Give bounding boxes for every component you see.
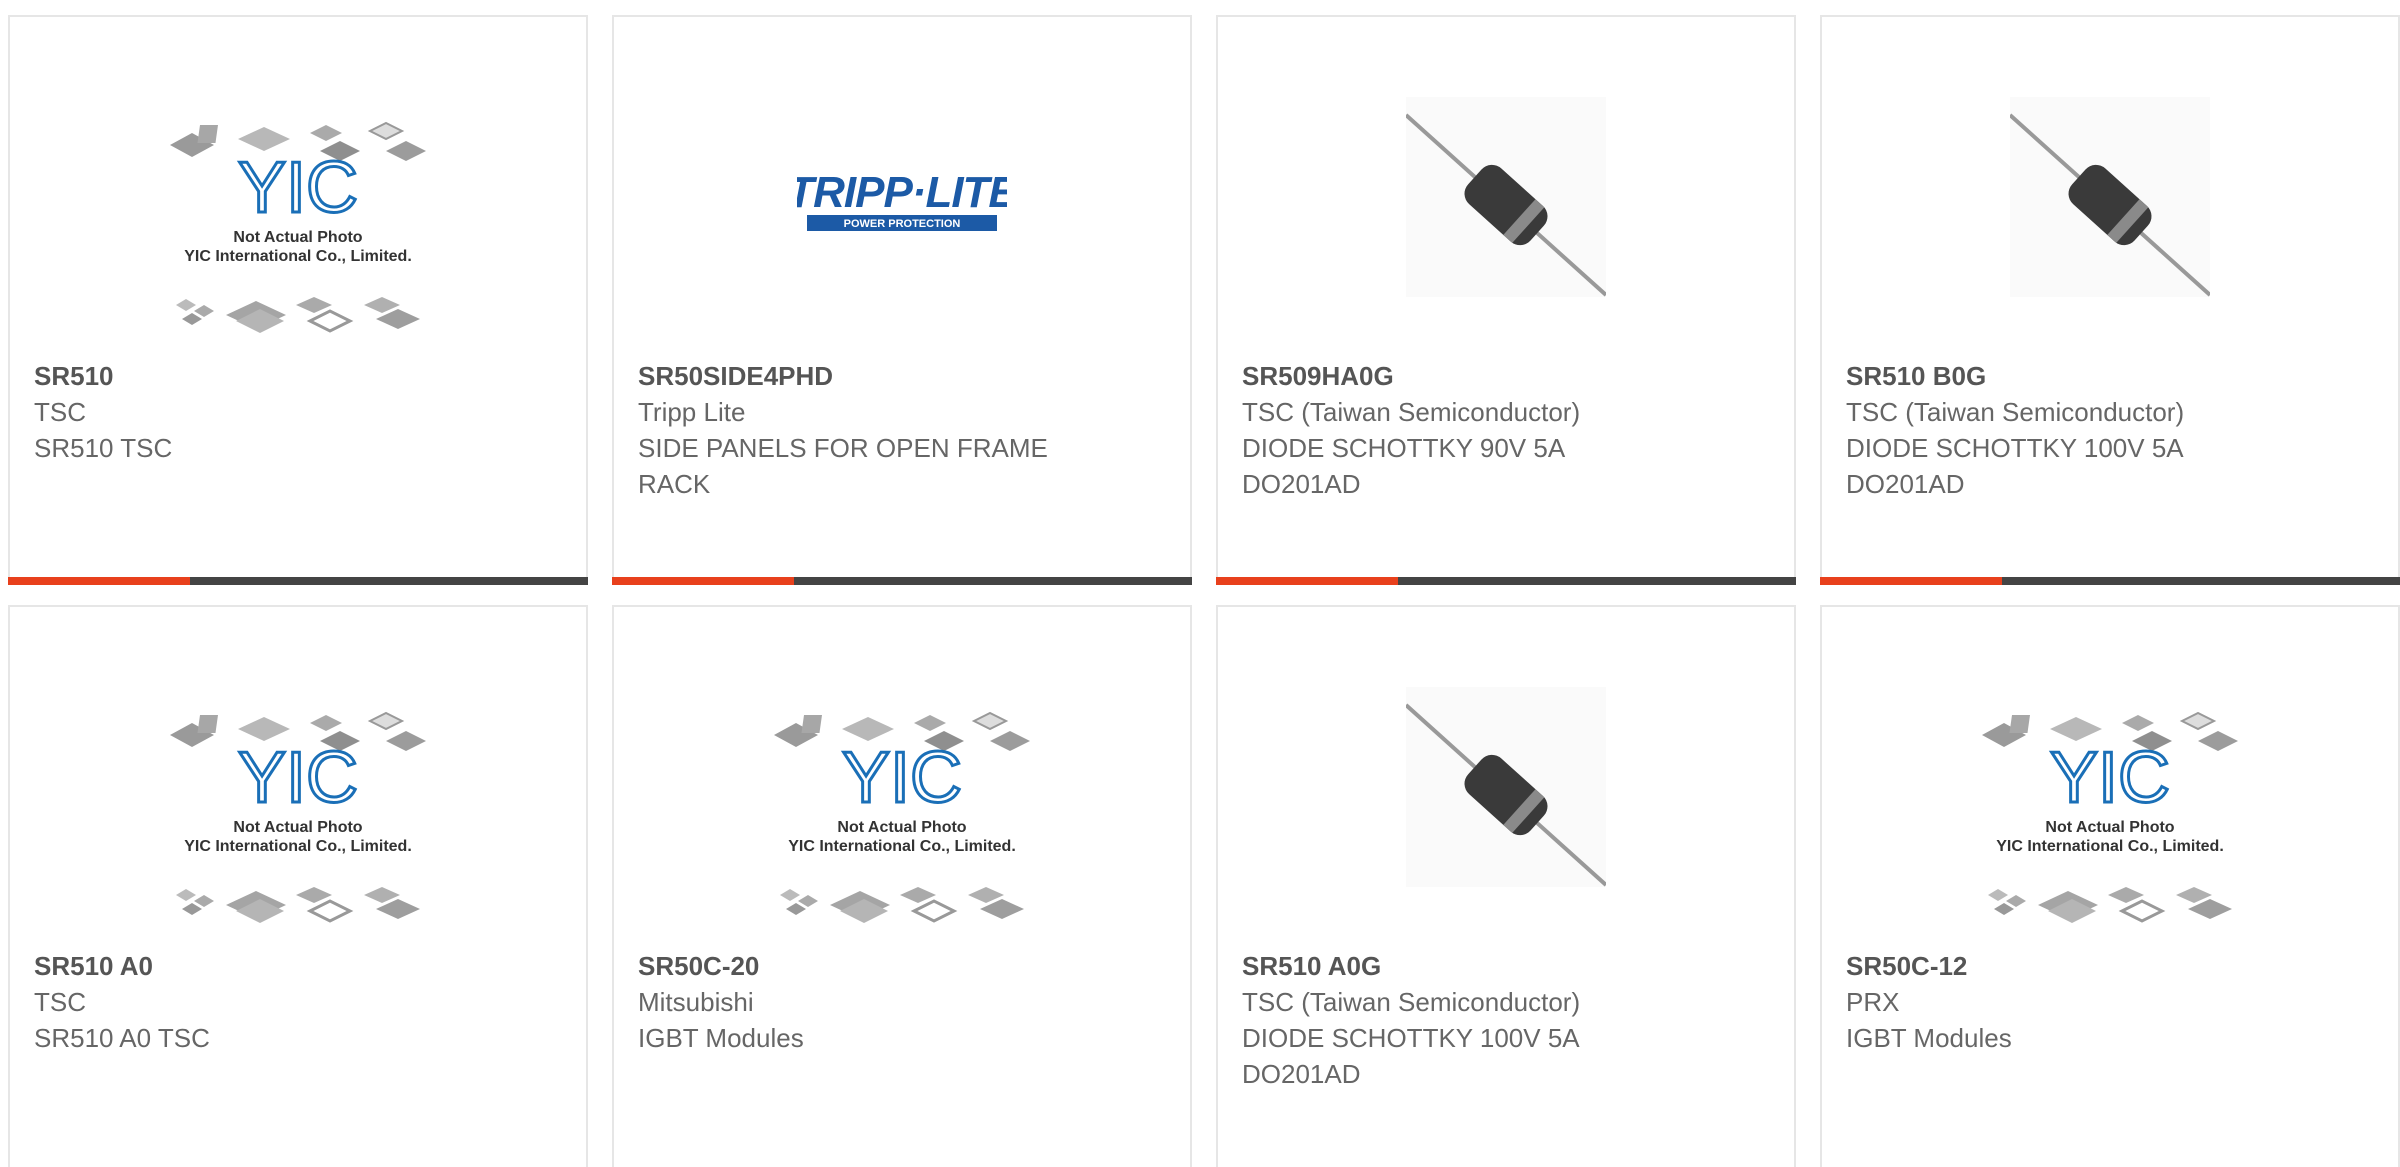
part-number[interactable]: SR510 A0	[34, 948, 562, 984]
diode-photo	[2010, 97, 2210, 297]
description: SR510 A0 TSC	[34, 1023, 210, 1053]
product-card[interactable]: YIC Not Actual Photo YIC International C…	[1820, 605, 2400, 1167]
diode-photo	[1406, 97, 1606, 297]
manufacturer: TSC (Taiwan Semiconductor)	[1846, 397, 2185, 427]
description: SIDE PANELS FOR OPEN FRAME RACK	[638, 433, 1048, 499]
card-bottom-bar	[8, 577, 588, 585]
svg-text:YIC International Co., Limited: YIC International Co., Limited.	[788, 838, 1016, 855]
svg-text:Not Actual Photo: Not Actual Photo	[837, 819, 966, 836]
card-bottom-bar	[1820, 577, 2400, 585]
manufacturer: TSC	[34, 987, 86, 1017]
tripp-lite-logo: TRIPP·LITE POWER PROTECTION	[797, 157, 1007, 247]
product-info: SR50SIDE4PHD Tripp Lite SIDE PANELS FOR …	[638, 358, 1166, 502]
card-accent-bar	[1820, 577, 2002, 585]
part-number[interactable]: SR510 A0G	[1242, 948, 1770, 984]
product-info: SR510 A0 TSC SR510 A0 TSC	[34, 948, 562, 1056]
product-image[interactable]: YIC Not Actual Photo YIC International C…	[10, 17, 586, 357]
manufacturer: PRX	[1846, 987, 1900, 1017]
manufacturer: Mitsubishi	[638, 987, 754, 1017]
svg-text:YIC: YIC	[842, 738, 962, 818]
svg-text:YIC International Co., Limited: YIC International Co., Limited.	[1996, 838, 2224, 855]
svg-text:Not Actual Photo: Not Actual Photo	[233, 229, 362, 246]
svg-text:Not Actual Photo: Not Actual Photo	[233, 819, 362, 836]
card-accent-bar	[612, 577, 794, 585]
product-info: SR510 A0G TSC (Taiwan Semiconductor) DIO…	[1242, 948, 1770, 1092]
product-card[interactable]: SR509HA0G TSC (Taiwan Semiconductor) DIO…	[1216, 15, 1796, 585]
product-image[interactable]: YIC Not Actual Photo YIC International C…	[10, 607, 586, 947]
part-number[interactable]: SR510 B0G	[1846, 358, 2374, 394]
yic-placeholder-image: YIC Not Actual Photo YIC International C…	[158, 107, 438, 357]
product-card[interactable]: YIC Not Actual Photo YIC International C…	[8, 15, 588, 585]
svg-text:Not Actual Photo: Not Actual Photo	[2045, 819, 2174, 836]
product-card[interactable]: TRIPP·LITE POWER PROTECTION SR50SIDE4PHD…	[612, 15, 1192, 585]
product-image[interactable]	[1218, 17, 1794, 357]
part-number[interactable]: SR510	[34, 358, 562, 394]
card-accent-bar	[8, 577, 190, 585]
product-info: SR510 B0G TSC (Taiwan Semiconductor) DIO…	[1846, 358, 2374, 502]
svg-text:YIC: YIC	[2050, 738, 2170, 818]
product-info: SR50C-12 PRX IGBT Modules	[1846, 948, 2374, 1056]
diode-photo	[1406, 687, 1606, 887]
manufacturer: TSC (Taiwan Semiconductor)	[1242, 397, 1581, 427]
product-image[interactable]	[1822, 17, 2398, 357]
product-image[interactable]: YIC Not Actual Photo YIC International C…	[1822, 607, 2398, 947]
description: IGBT Modules	[638, 1023, 804, 1053]
product-card[interactable]: SR510 B0G TSC (Taiwan Semiconductor) DIO…	[1820, 15, 2400, 585]
yic-placeholder-image: YIC Not Actual Photo YIC International C…	[762, 697, 1042, 947]
product-info: SR50C-20 Mitsubishi IGBT Modules	[638, 948, 1166, 1056]
yic-placeholder-image: YIC Not Actual Photo YIC International C…	[158, 697, 438, 947]
card-accent-bar	[1216, 577, 1398, 585]
product-card[interactable]: SR510 A0G TSC (Taiwan Semiconductor) DIO…	[1216, 605, 1796, 1167]
svg-text:YIC International Co., Limited: YIC International Co., Limited.	[184, 838, 412, 855]
manufacturer: Tripp Lite	[638, 397, 746, 427]
part-number[interactable]: SR50C-20	[638, 948, 1166, 984]
part-number[interactable]: SR50SIDE4PHD	[638, 358, 1166, 394]
product-info: SR510 TSC SR510 TSC	[34, 358, 562, 466]
description: DIODE SCHOTTKY 100V 5A DO201AD	[1242, 1023, 1579, 1089]
card-bottom-bar	[612, 577, 1192, 585]
manufacturer: TSC	[34, 397, 86, 427]
product-grid: YIC Not Actual Photo YIC International C…	[0, 0, 2400, 1167]
svg-text:TRIPP·LITE: TRIPP·LITE	[797, 168, 1007, 217]
description: IGBT Modules	[1846, 1023, 2012, 1053]
svg-text:YIC: YIC	[238, 148, 358, 228]
description: DIODE SCHOTTKY 100V 5A DO201AD	[1846, 433, 2183, 499]
svg-text:POWER PROTECTION: POWER PROTECTION	[844, 218, 961, 230]
product-image[interactable]	[1218, 607, 1794, 947]
description: SR510 TSC	[34, 433, 173, 463]
description: DIODE SCHOTTKY 90V 5A DO201AD	[1242, 433, 1564, 499]
product-card[interactable]: YIC Not Actual Photo YIC International C…	[612, 605, 1192, 1167]
svg-text:YIC International Co., Limited: YIC International Co., Limited.	[184, 248, 412, 265]
yic-placeholder-image: YIC Not Actual Photo YIC International C…	[1970, 697, 2250, 947]
card-bottom-bar	[1216, 577, 1796, 585]
product-info: SR509HA0G TSC (Taiwan Semiconductor) DIO…	[1242, 358, 1770, 502]
product-image[interactable]: YIC Not Actual Photo YIC International C…	[614, 607, 1190, 947]
part-number[interactable]: SR50C-12	[1846, 948, 2374, 984]
manufacturer: TSC (Taiwan Semiconductor)	[1242, 987, 1581, 1017]
part-number[interactable]: SR509HA0G	[1242, 358, 1770, 394]
product-card[interactable]: YIC Not Actual Photo YIC International C…	[8, 605, 588, 1167]
product-image[interactable]: TRIPP·LITE POWER PROTECTION	[614, 17, 1190, 357]
svg-text:YIC: YIC	[238, 738, 358, 818]
